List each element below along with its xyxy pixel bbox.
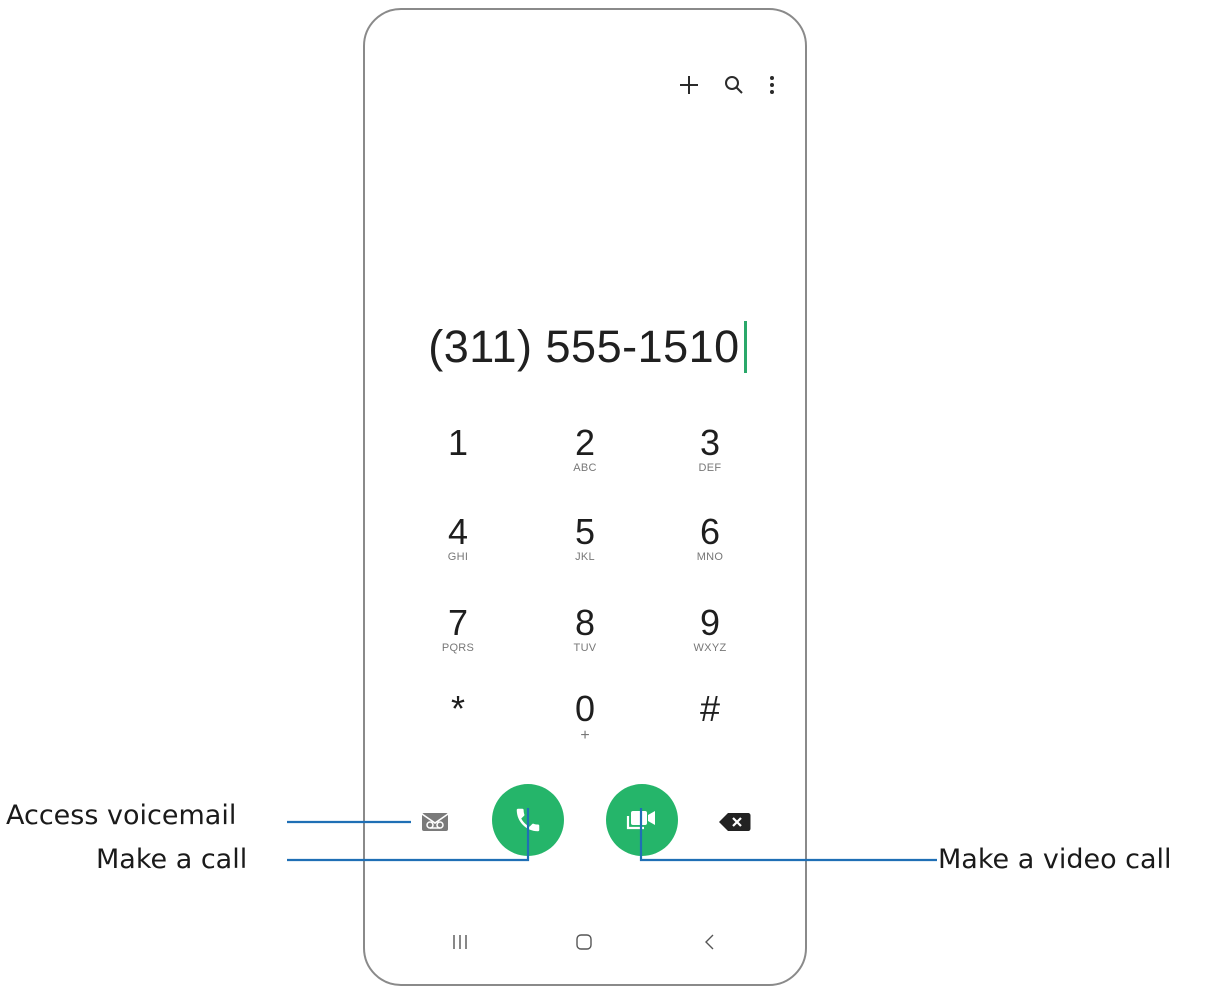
key-digit: 0 <box>574 688 596 729</box>
key-6[interactable]: 6 MNO <box>662 509 758 583</box>
key-8[interactable]: 8 TUV <box>537 600 633 674</box>
key-5[interactable]: 5 JKL <box>537 509 633 583</box>
key-letters: DEF <box>698 462 722 474</box>
video-camera-icon <box>626 811 655 830</box>
number-display[interactable]: (311) 555-1510 <box>400 312 775 382</box>
key-letters: MNO <box>696 551 724 563</box>
key-digit: 9 <box>699 602 721 643</box>
key-0[interactable]: 0 + <box>537 686 633 760</box>
phone-frame <box>363 8 807 986</box>
key-2[interactable]: 2 ABC <box>537 420 633 494</box>
callout-call: Make a call <box>96 844 248 875</box>
callout-voicemail: Access voicemail <box>6 800 237 831</box>
key-letters: JKL <box>575 551 595 563</box>
key-digit: 8 <box>574 602 596 643</box>
key-digit: 6 <box>699 511 721 552</box>
home-icon[interactable] <box>572 930 596 954</box>
backspace-icon[interactable] <box>718 810 752 834</box>
more-vert-icon[interactable] <box>764 72 780 98</box>
voicemail-icon[interactable] <box>420 810 450 834</box>
key-letters: PQRS <box>441 642 475 654</box>
key-7[interactable]: 7 PQRS <box>410 600 506 674</box>
callout-video: Make a video call <box>938 844 1172 875</box>
key-digit: 2 <box>574 422 596 463</box>
search-icon[interactable] <box>722 72 746 98</box>
phone-icon <box>516 808 540 832</box>
key-letters: + <box>580 727 590 744</box>
key-4[interactable]: 4 GHI <box>410 509 506 583</box>
key-9[interactable]: 9 WXYZ <box>662 600 758 674</box>
back-icon[interactable] <box>700 930 720 954</box>
key-digit: # <box>699 688 721 729</box>
key-letters: WXYZ <box>693 642 727 654</box>
dialed-number: (311) 555-1510 <box>428 321 740 372</box>
key-1[interactable]: 1 <box>410 420 506 494</box>
key-digit: 4 <box>447 511 469 552</box>
key-star[interactable]: * <box>410 686 506 760</box>
video-call-button[interactable] <box>606 784 678 856</box>
key-3[interactable]: 3 DEF <box>662 420 758 494</box>
key-hash[interactable]: # <box>662 686 758 760</box>
recents-icon[interactable] <box>448 930 472 954</box>
key-digit: 5 <box>574 511 596 552</box>
key-letters: GHI <box>447 551 469 563</box>
key-digit: 3 <box>699 422 721 463</box>
key-digit: 1 <box>447 422 469 463</box>
text-cursor <box>743 321 747 373</box>
key-letters: TUV <box>573 642 597 654</box>
key-digit: 7 <box>447 602 469 643</box>
key-digit: * <box>450 688 465 729</box>
plus-icon[interactable] <box>677 72 701 98</box>
call-button[interactable] <box>492 784 564 856</box>
key-letters: ABC <box>573 462 597 474</box>
